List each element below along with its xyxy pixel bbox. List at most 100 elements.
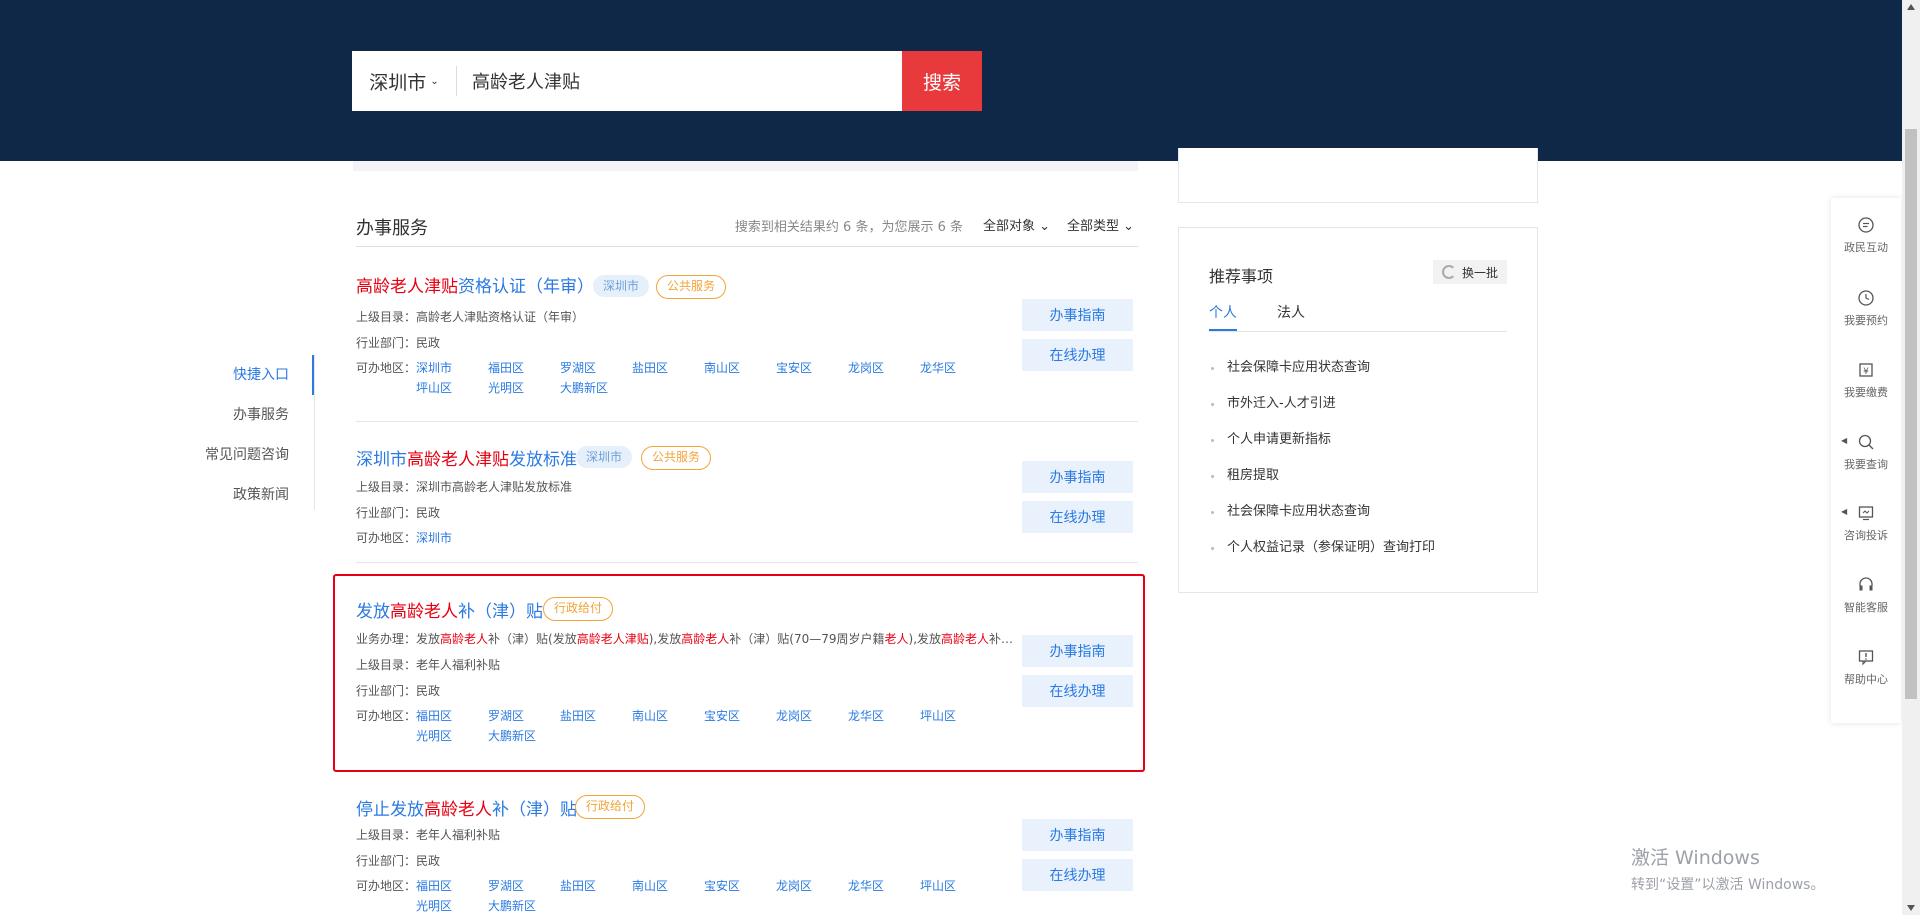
side-nav-item-quick-entry[interactable]: 快捷入口 <box>190 355 315 395</box>
recommend-item[interactable]: 个人权益记录（参保证明）查询打印 <box>1209 530 1507 566</box>
region-link[interactable]: 宝安区 <box>704 877 740 894</box>
result-count: 搜索到相关结果约 6 条，为您展示 6 条 <box>734 220 963 235</box>
online-button[interactable]: 在线办理 <box>1022 859 1133 891</box>
business-label: 业务办理： <box>356 632 417 646</box>
business-highlight: 老人 <box>884 632 909 646</box>
region-link[interactable]: 盐田区 <box>560 877 596 894</box>
side-nav-item-services[interactable]: 办事服务 <box>190 395 315 435</box>
recommend-item[interactable]: 社会保障卡应用状态查询 <box>1209 494 1507 530</box>
parent-value: 老年人福利补贴 <box>416 658 501 672</box>
region-link[interactable]: 宝安区 <box>704 707 740 724</box>
filter-object-dropdown[interactable]: 全部对象 ⌄ <box>983 215 1050 234</box>
parent-label: 上级目录： <box>356 310 417 324</box>
region-link[interactable]: 罗湖区 <box>560 359 596 376</box>
payment-icon: ¥ <box>1856 360 1876 380</box>
city-label: 深圳市 <box>369 71 427 94</box>
recommend-item[interactable]: 租房提取 <box>1209 458 1507 494</box>
region-label: 可办地区： <box>356 879 417 893</box>
region-link[interactable]: 龙华区 <box>920 359 956 376</box>
result-card: 停止发放高龄老人补（津）贴 行政给付 上级目录：老年人福利补贴 行业部门：民政 … <box>356 795 1138 915</box>
recommend-item[interactable]: 个人申请更新指标 <box>1209 422 1507 458</box>
tab-personal[interactable]: 个人 <box>1209 302 1237 331</box>
region-link[interactable]: 大鹏新区 <box>560 379 608 396</box>
region-link[interactable]: 光明区 <box>488 379 524 396</box>
business-highlight: 高龄老人 <box>681 632 730 646</box>
refresh-label: 换一批 <box>1461 265 1498 280</box>
float-item-payment[interactable]: ¥ 我要缴费 <box>1831 349 1901 411</box>
online-button[interactable]: 在线办理 <box>1022 339 1133 371</box>
page-scrollbar[interactable] <box>1902 0 1920 915</box>
guide-button[interactable]: 办事指南 <box>1022 461 1133 493</box>
search-button[interactable]: 搜索 <box>902 51 982 111</box>
side-nav: 快捷入口 办事服务 常见问题咨询 政策新闻 <box>190 355 315 515</box>
region-link[interactable]: 宝安区 <box>776 359 812 376</box>
parent-value: 老年人福利补贴 <box>416 828 501 842</box>
title-highlight: 高龄老人 <box>424 800 492 820</box>
region-link[interactable]: 福田区 <box>488 359 524 376</box>
result-title-link[interactable]: 发放高龄老人补（津）贴 <box>356 597 543 622</box>
region-link[interactable]: 福田区 <box>416 877 452 894</box>
scroll-up-arrow-icon[interactable] <box>1907 4 1915 10</box>
result-title-link[interactable]: 高龄老人津贴资格认证（年审） <box>356 272 594 297</box>
guide-button[interactable]: 办事指南 <box>1022 299 1133 331</box>
region-link[interactable]: 龙华区 <box>848 707 884 724</box>
region-link[interactable]: 盐田区 <box>632 359 668 376</box>
service-type-tag: 公共服务 <box>656 275 727 299</box>
section-header: 办事服务 搜索到相关结果约 6 条，为您展示 6 条 全部对象 ⌄ 全部类型 ⌄ <box>356 204 1138 247</box>
region-link[interactable]: 龙岗区 <box>776 707 812 724</box>
online-button[interactable]: 在线办理 <box>1022 675 1133 707</box>
recommend-item[interactable]: 市外迁入-人才引进 <box>1209 386 1507 422</box>
float-item-query[interactable]: ◀ 我要查询 <box>1831 421 1901 483</box>
region-link[interactable]: 大鹏新区 <box>488 727 536 744</box>
windows-activation-watermark: 激活 Windows 转到“设置”以激活 Windows。 <box>1631 843 1824 894</box>
region-link[interactable]: 龙岗区 <box>776 877 812 894</box>
business-text: 补（津）贴(发放 <box>488 632 577 646</box>
tab-legal-person[interactable]: 法人 <box>1277 302 1305 322</box>
float-item-appointment[interactable]: 我要预约 <box>1831 277 1901 339</box>
float-item-help[interactable]: 帮助中心 <box>1831 636 1901 698</box>
float-item-label: 我要查询 <box>1844 458 1888 471</box>
dept-value: 民政 <box>416 684 441 698</box>
result-title-link[interactable]: 深圳市高龄老人津贴发放标准 <box>356 445 577 470</box>
caret-left-icon: ◀ <box>1841 507 1848 516</box>
guide-button[interactable]: 办事指南 <box>1022 819 1133 851</box>
business-highlight: 高龄老人津贴 <box>576 632 649 646</box>
region-link[interactable]: 深圳市 <box>416 529 452 546</box>
region-link[interactable]: 大鹏新区 <box>488 897 536 914</box>
city-tag: 深圳市 <box>576 446 633 468</box>
float-item-interaction[interactable]: 政民互动 <box>1831 204 1901 266</box>
region-link[interactable]: 南山区 <box>704 359 740 376</box>
guide-button[interactable]: 办事指南 <box>1022 635 1133 667</box>
region-link[interactable]: 坪山区 <box>416 379 452 396</box>
scroll-down-arrow-icon[interactable] <box>1907 905 1915 911</box>
filter-type-dropdown[interactable]: 全部类型 ⌄ <box>1067 215 1134 234</box>
region-link[interactable]: 南山区 <box>632 707 668 724</box>
title-text: 资格认证（年审） <box>458 277 594 297</box>
region-link[interactable]: 盐田区 <box>560 707 596 724</box>
region-link[interactable]: 坪山区 <box>920 707 956 724</box>
region-link[interactable]: 光明区 <box>416 727 452 744</box>
region-link[interactable]: 坪山区 <box>920 877 956 894</box>
title-highlight: 高龄老人津贴 <box>356 277 458 297</box>
caret-left-icon: ◀ <box>1841 436 1848 445</box>
refresh-button[interactable]: 换一批 <box>1433 260 1507 284</box>
recommend-item[interactable]: 社会保障卡应用状态查询 <box>1209 350 1507 386</box>
region-link[interactable]: 罗湖区 <box>488 877 524 894</box>
region-link[interactable]: 龙岗区 <box>848 359 884 376</box>
region-link[interactable]: 南山区 <box>632 877 668 894</box>
region-link[interactable]: 罗湖区 <box>488 707 524 724</box>
float-item-customer-service[interactable]: 智能客服 <box>1831 564 1901 626</box>
region-link[interactable]: 龙华区 <box>848 877 884 894</box>
result-title-link[interactable]: 停止发放高龄老人补（津）贴 <box>356 795 577 820</box>
region-link[interactable]: 深圳市 <box>416 359 452 376</box>
side-nav-item-news[interactable]: 政策新闻 <box>190 475 315 515</box>
region-link[interactable]: 福田区 <box>416 707 452 724</box>
float-item-label: 我要预约 <box>1844 314 1888 327</box>
float-item-complaint[interactable]: ◀ 咨询投诉 <box>1831 492 1901 554</box>
side-nav-item-faq[interactable]: 常见问题咨询 <box>190 435 315 475</box>
city-selector[interactable]: 深圳市 ⌄ <box>352 68 456 95</box>
parent-label: 上级目录： <box>356 828 417 842</box>
scroll-thumb[interactable] <box>1905 129 1917 699</box>
region-link[interactable]: 光明区 <box>416 897 452 914</box>
online-button[interactable]: 在线办理 <box>1022 501 1133 533</box>
